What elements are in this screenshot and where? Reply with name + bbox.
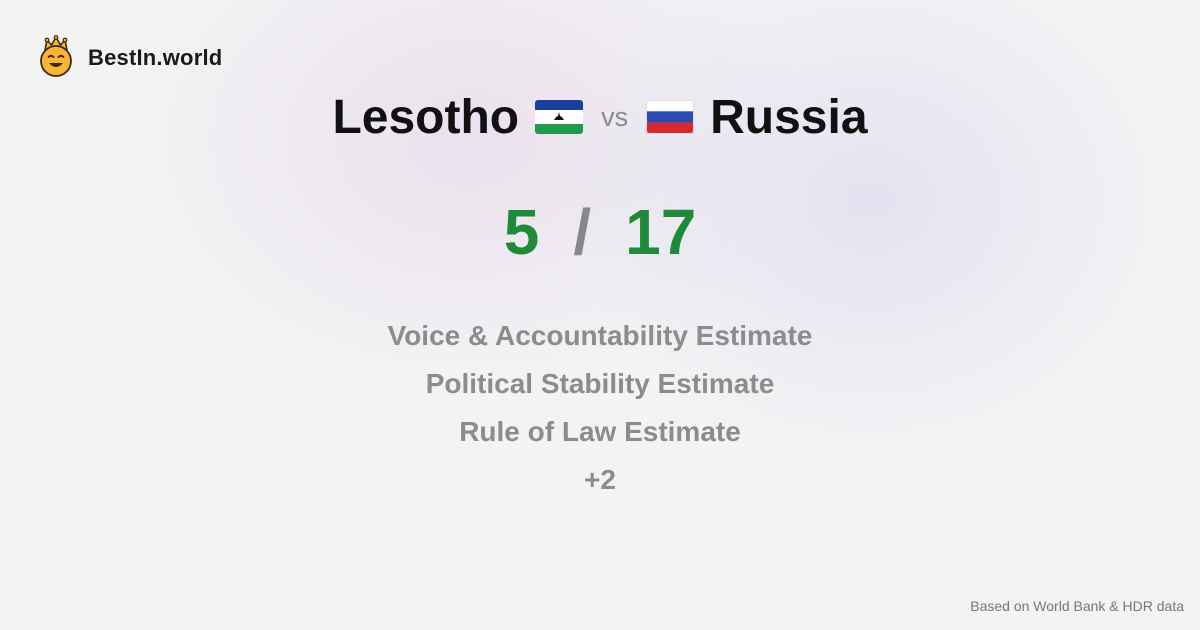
score-separator: /: [573, 196, 592, 268]
right-score: 17: [625, 196, 697, 268]
data-source-note: Based on World Bank & HDR data: [970, 598, 1184, 614]
lesotho-flag-icon: [535, 100, 584, 134]
crowned-smiley-icon: [38, 34, 74, 82]
metric-item: Rule of Law Estimate: [459, 416, 741, 447]
brand-header[interactable]: BestIn.world: [38, 34, 223, 82]
left-score: 5: [503, 196, 540, 268]
metric-item: Political Stability Estimate: [425, 368, 775, 399]
right-country-name[interactable]: Russia: [710, 90, 867, 145]
brand-name: BestIn.world: [88, 45, 223, 70]
russia-flag-icon: [646, 100, 695, 134]
more-metrics-count: +2: [584, 464, 616, 495]
comparison-title: Lesotho vs Russia: [0, 86, 1200, 148]
vs-label: vs: [601, 101, 629, 132]
metric-item: Voice & Accountability Estimate: [387, 320, 813, 351]
left-country-name[interactable]: Lesotho: [332, 90, 519, 145]
score-display: 5 / 17: [0, 196, 1200, 268]
metrics-list: Voice & Accountability Estimate Politica…: [0, 312, 1200, 504]
